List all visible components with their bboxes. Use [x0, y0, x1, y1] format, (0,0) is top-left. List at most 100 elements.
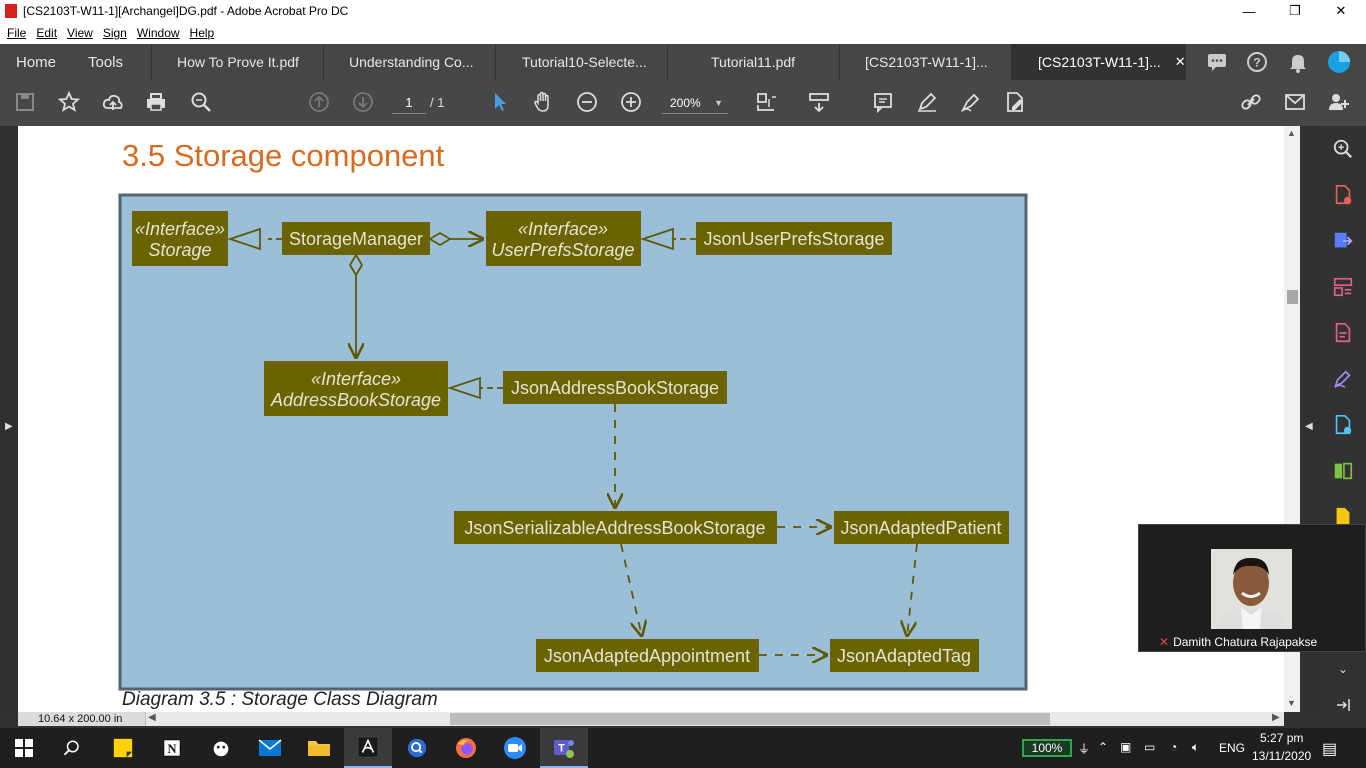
tab-doc-5[interactable]: [CS2103T-W11-1]... — [840, 44, 1012, 80]
share-link-icon[interactable] — [1237, 88, 1265, 116]
page-size-indicator: 10.64 x 200.00 in — [18, 712, 146, 726]
add-user-icon[interactable] — [1325, 88, 1353, 116]
tray-expand-icon[interactable]: ⌃ — [1098, 740, 1108, 754]
notion-icon[interactable]: N — [148, 728, 196, 768]
mic-muted-icon: ✕ — [1159, 635, 1170, 649]
menu-help[interactable]: Help — [190, 26, 215, 40]
organize-pages-icon[interactable] — [1330, 274, 1356, 300]
wifi-icon[interactable]: ◔ — [1170, 740, 1177, 754]
right-panel-toggle-icon[interactable]: ◀ — [1305, 421, 1313, 432]
account-avatar-icon[interactable] — [1325, 48, 1353, 76]
previous-page-icon[interactable] — [305, 88, 333, 116]
json-serializable-name: JsonSerializableAddressBookStorage — [464, 518, 765, 538]
mail-icon[interactable] — [246, 728, 294, 768]
participant-name: Damith Chatura Rajapakse — [1173, 635, 1318, 649]
tab-close-icon[interactable]: ✕ — [1175, 54, 1185, 70]
input-language[interactable]: ENG — [1219, 741, 1245, 755]
horizontal-scroll-thumb[interactable] — [450, 713, 1050, 725]
sticky-notes-icon[interactable] — [99, 728, 147, 768]
svg-text:N: N — [167, 742, 176, 756]
tab-doc-6-label: [CS2103T-W11-1]... — [1038, 54, 1161, 70]
compare-files-icon[interactable] — [1330, 458, 1356, 484]
tab-doc-3[interactable]: Tutorial10-Selecte... — [496, 44, 668, 80]
chat-icon[interactable] — [1203, 48, 1231, 76]
scroll-up-icon[interactable]: ▲ — [1287, 128, 1296, 138]
firefox-icon[interactable] — [442, 728, 490, 768]
create-pdf-icon[interactable] — [1330, 182, 1356, 208]
upload-cloud-icon[interactable] — [99, 88, 127, 116]
menu-sign[interactable]: Sign — [103, 26, 127, 40]
vertical-scroll-thumb[interactable] — [1287, 290, 1298, 304]
menu-view[interactable]: View — [67, 26, 93, 40]
network-status-icon[interactable]: ▣ — [1120, 740, 1131, 754]
zoom-level-dropdown[interactable]: 200% ▼ — [662, 92, 728, 114]
json-addressbook-storage-class: JsonAddressBookStorage — [503, 371, 727, 404]
horizontal-scrollbar[interactable]: 10.64 x 200.00 in ◀ ▶ — [18, 712, 1284, 726]
next-page-icon[interactable] — [349, 88, 377, 116]
print-icon[interactable] — [142, 88, 170, 116]
select-cursor-icon[interactable] — [486, 88, 514, 116]
scroll-down-icon[interactable]: ▼ — [1287, 698, 1296, 708]
teams-app-icon[interactable]: T — [540, 728, 588, 768]
userprefs-storage-interface-class: «Interface» UserPrefsStorage — [486, 211, 641, 266]
acrobat-taskbar-icon[interactable] — [344, 728, 392, 768]
json-adapted-appointment-class: JsonAdaptedAppointment — [536, 639, 759, 672]
scroll-mode-icon[interactable] — [805, 88, 833, 116]
clock-date[interactable]: 13/11/2020 — [1252, 749, 1311, 763]
zoom-app-icon[interactable] — [491, 728, 539, 768]
zoom-out-icon[interactable] — [573, 88, 601, 116]
tab-doc-6-active[interactable]: [CS2103T-W11-1]... ✕ — [1012, 44, 1186, 80]
addressbook-storage-interface-class: «Interface» AddressBookStorage — [264, 361, 448, 416]
puzzle-app-icon[interactable] — [197, 728, 245, 768]
expand-panel-chevron-icon[interactable]: ⌄ — [1330, 656, 1356, 682]
menu-window[interactable]: Window — [137, 26, 180, 40]
comment-icon[interactable] — [869, 88, 897, 116]
action-center-icon[interactable]: ▤ — [1322, 739, 1337, 759]
export-pdf-icon[interactable] — [1330, 228, 1356, 254]
file-explorer-icon[interactable] — [295, 728, 343, 768]
battery-tray-icon[interactable]: ▭ — [1144, 740, 1155, 754]
clock-time[interactable]: 5:27 pm — [1260, 731, 1303, 745]
menu-edit[interactable]: Edit — [36, 26, 57, 40]
menu-file[interactable]: File — [7, 26, 26, 40]
hand-tool-icon[interactable] — [529, 88, 557, 116]
json-userprefs-name: JsonUserPrefsStorage — [703, 229, 884, 249]
addressbook-stereotype: «Interface» — [311, 369, 401, 389]
sign-pen-icon[interactable] — [957, 88, 985, 116]
battery-indicator[interactable]: 100% — [1022, 739, 1072, 757]
search-zoom-icon[interactable] — [187, 88, 215, 116]
windows-start-icon[interactable] — [0, 728, 48, 768]
edit-document-icon[interactable] — [1330, 320, 1356, 346]
collapse-panel-icon[interactable] — [1330, 692, 1356, 718]
tab-doc-2[interactable]: Understanding Co... — [324, 44, 496, 80]
tab-doc-1[interactable]: How To Prove It.pdf — [152, 44, 324, 80]
help-icon[interactable]: ? — [1243, 48, 1271, 76]
bookmark-star-icon[interactable] — [55, 88, 83, 116]
notification-bell-icon[interactable] — [1284, 48, 1312, 76]
close-window-button[interactable]: ✕ — [1318, 0, 1364, 22]
fill-sign-icon[interactable] — [1330, 366, 1356, 392]
edit-pdf-icon[interactable] — [1001, 88, 1029, 116]
minimize-button[interactable]: — — [1226, 0, 1272, 22]
zoom-in-icon[interactable] — [617, 88, 645, 116]
page-fit-icon[interactable] — [752, 88, 780, 116]
page-number-input[interactable]: 1 — [392, 92, 426, 114]
svg-text:T: T — [558, 743, 565, 755]
send-for-review-icon[interactable] — [1330, 412, 1356, 438]
power-plug-icon[interactable]: ⏚ — [1078, 740, 1090, 757]
email-icon[interactable] — [1281, 88, 1309, 116]
restore-button[interactable]: ❐ — [1272, 0, 1318, 22]
video-call-overlay[interactable]: ✕ Damith Chatura Rajapakse — [1138, 524, 1366, 652]
highlight-pen-icon[interactable] — [913, 88, 941, 116]
tab-tools[interactable]: Tools — [74, 44, 152, 80]
scroll-right-icon[interactable]: ▶ — [1272, 712, 1280, 723]
search-app-icon[interactable] — [393, 728, 441, 768]
zoom-tool-icon[interactable] — [1330, 136, 1356, 162]
search-icon[interactable] — [48, 728, 96, 768]
scroll-left-icon[interactable]: ◀ — [148, 712, 156, 723]
left-panel-toggle-icon[interactable]: ▶ — [5, 421, 13, 432]
tab-home[interactable]: Home — [0, 44, 74, 80]
tab-doc-4[interactable]: Tutorial11.pdf — [668, 44, 840, 80]
save-icon[interactable] — [11, 88, 39, 116]
volume-muted-icon[interactable]: 🔈︎ — [1192, 740, 1199, 755]
